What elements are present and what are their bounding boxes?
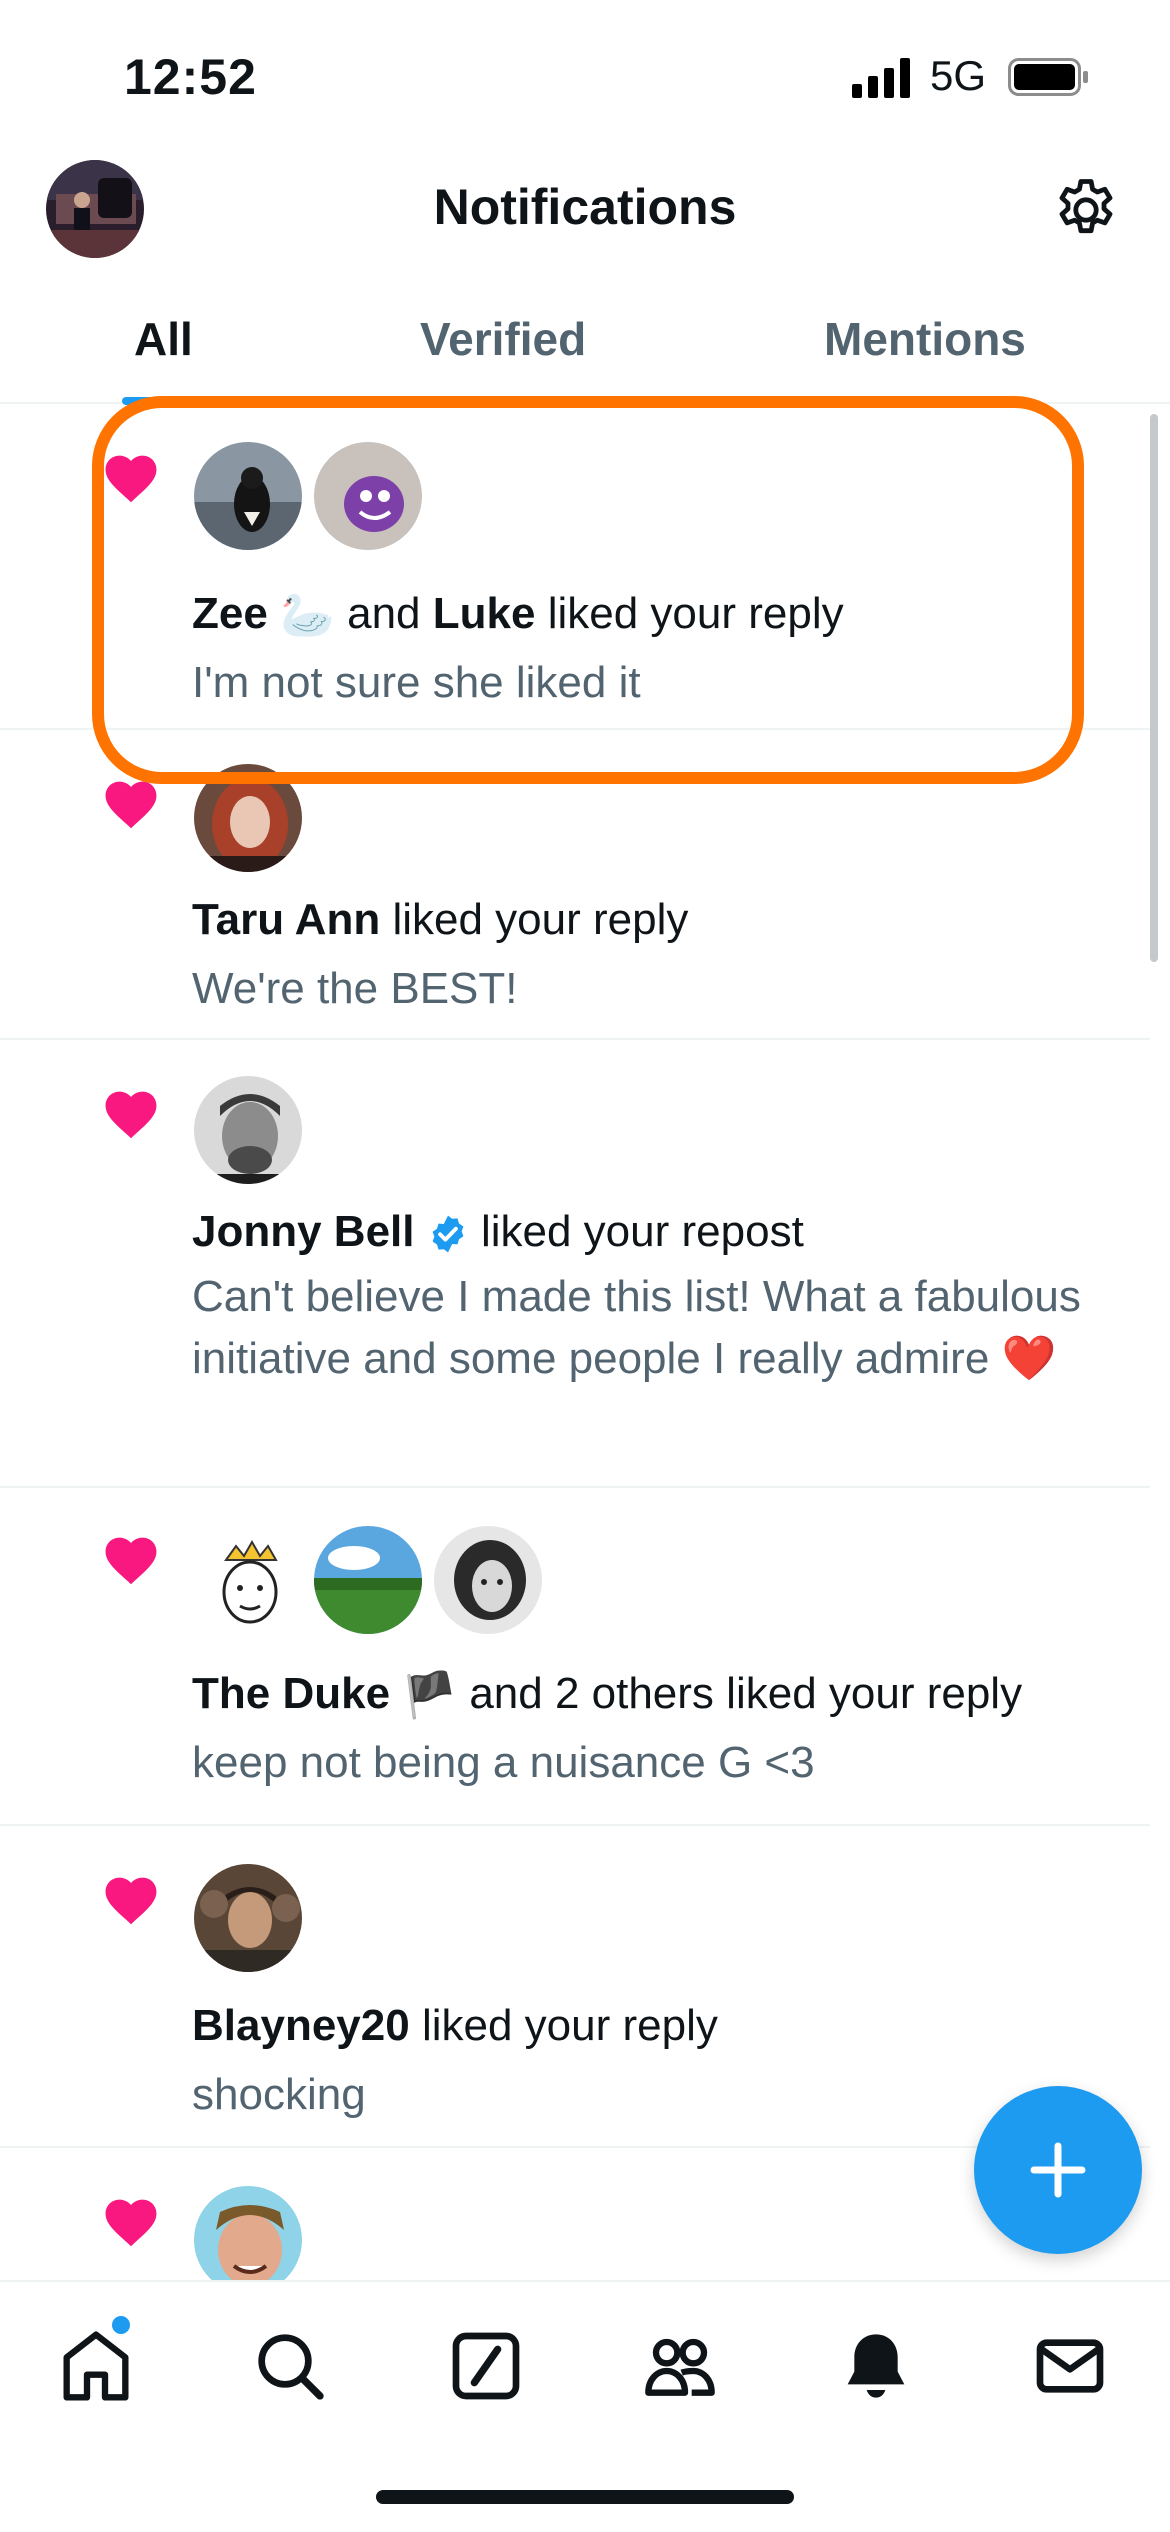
- notification-headline: Jonny Bell liked your repost: [192, 1204, 804, 1260]
- post-preview: I'm not sure she liked it: [192, 658, 641, 707]
- avatar[interactable]: [192, 1862, 304, 1974]
- heart-icon: [105, 455, 157, 503]
- nav-search[interactable]: [250, 2326, 330, 2406]
- avatar[interactable]: [312, 440, 424, 552]
- page-title: Notifications: [433, 179, 737, 235]
- avatar[interactable]: [192, 2184, 304, 2280]
- notification-item[interactable]: Taru Ann liked your reply We're the BEST…: [0, 730, 1150, 1040]
- network-type: 5G: [930, 52, 987, 99]
- connector-text: and: [347, 589, 421, 638]
- nav-messages[interactable]: [1030, 2326, 1110, 2406]
- notification-headline: Zee 🦢 and Luke liked your reply: [192, 586, 844, 644]
- nav-communities[interactable]: [640, 2326, 720, 2406]
- action-text: liked your reply: [421, 2001, 718, 2050]
- actor-name[interactable]: Luke: [433, 589, 536, 638]
- scrollbar[interactable]: [1150, 414, 1158, 962]
- action-text: liked your repost: [480, 1207, 804, 1256]
- avatar[interactable]: [312, 1524, 424, 1636]
- heart-icon: [105, 1537, 157, 1585]
- swan-emoji: 🦢: [280, 591, 335, 641]
- actor-name[interactable]: Blayney20: [192, 2001, 410, 2050]
- verified-badge-icon: [432, 1216, 464, 1253]
- plus-icon: [1030, 2142, 1086, 2198]
- notification-item[interactable]: The Duke 🏴 and 2 others liked your reply…: [0, 1488, 1150, 1826]
- tab-mentions-label: Mentions: [824, 313, 1026, 365]
- action-text: liked your reply: [726, 1669, 1023, 1718]
- tab-all[interactable]: All: [134, 312, 193, 366]
- notification-tabs: All Verified Mentions: [0, 290, 1170, 405]
- nav-home[interactable]: [56, 2316, 136, 2406]
- avatar[interactable]: [192, 762, 304, 874]
- cellular-signal-icon: [852, 58, 910, 98]
- actor-name[interactable]: Taru Ann: [192, 895, 380, 944]
- search-icon: [258, 2334, 324, 2400]
- notification-headline: Blayney20 liked your reply: [192, 1998, 718, 2054]
- communities-icon: [645, 2338, 715, 2396]
- actor-name[interactable]: Zee: [192, 589, 268, 638]
- home-indicator: [376, 2490, 794, 2504]
- home-icon: [63, 2331, 129, 2401]
- top-header: Notifications: [0, 150, 1170, 270]
- post-preview: Can't believe I made this list! What a f…: [192, 1272, 1081, 1383]
- nav-notifications[interactable]: [836, 2326, 916, 2406]
- notification-item[interactable]: Zee 🦢 and Luke liked your reply I'm not …: [0, 404, 1150, 730]
- action-text: liked your reply: [392, 895, 689, 944]
- post-preview: keep not being a nuisance G <3: [192, 1738, 815, 1787]
- notification-headline: The Duke 🏴 and 2 others liked your reply: [192, 1666, 1022, 1724]
- post-preview: We're the BEST!: [192, 964, 518, 1013]
- black-flag-emoji: 🏴: [402, 1671, 458, 1721]
- others-text[interactable]: and 2 others: [469, 1669, 714, 1718]
- action-text: liked your reply: [547, 589, 844, 638]
- actor-name[interactable]: The Duke: [192, 1669, 390, 1718]
- envelope-icon: [1036, 2339, 1104, 2393]
- nav-grok[interactable]: [446, 2326, 526, 2406]
- avatar[interactable]: [192, 440, 304, 552]
- unread-dot: [112, 2316, 130, 2334]
- notification-feed[interactable]: Zee 🦢 and Luke liked your reply I'm not …: [0, 404, 1170, 2280]
- tab-mentions[interactable]: Mentions: [824, 312, 1026, 366]
- grok-icon: [452, 2332, 520, 2400]
- tab-verified[interactable]: Verified: [420, 312, 586, 366]
- tab-verified-label: Verified: [420, 313, 587, 365]
- bell-icon: [847, 2334, 905, 2398]
- status-time: 12:52: [124, 49, 257, 105]
- heart-icon: [105, 1091, 157, 1139]
- notification-headline: Taru Ann liked your reply: [192, 892, 688, 948]
- actor-name[interactable]: Jonny Bell: [192, 1207, 415, 1256]
- status-bar: 12:52 5G: [0, 0, 1170, 150]
- battery-icon: [1008, 58, 1088, 96]
- tab-all-label: All: [134, 313, 193, 365]
- avatar[interactable]: [192, 1524, 304, 1636]
- avatar[interactable]: [432, 1524, 544, 1636]
- heart-icon: [105, 1877, 157, 1925]
- gear-icon[interactable]: [1050, 174, 1122, 246]
- heart-icon: [105, 2199, 157, 2247]
- heart-icon: [105, 781, 157, 829]
- notification-item[interactable]: Jonny Bell liked your repost Can't belie…: [0, 1040, 1150, 1488]
- avatar[interactable]: [192, 1074, 304, 1186]
- compose-button[interactable]: [974, 2086, 1142, 2254]
